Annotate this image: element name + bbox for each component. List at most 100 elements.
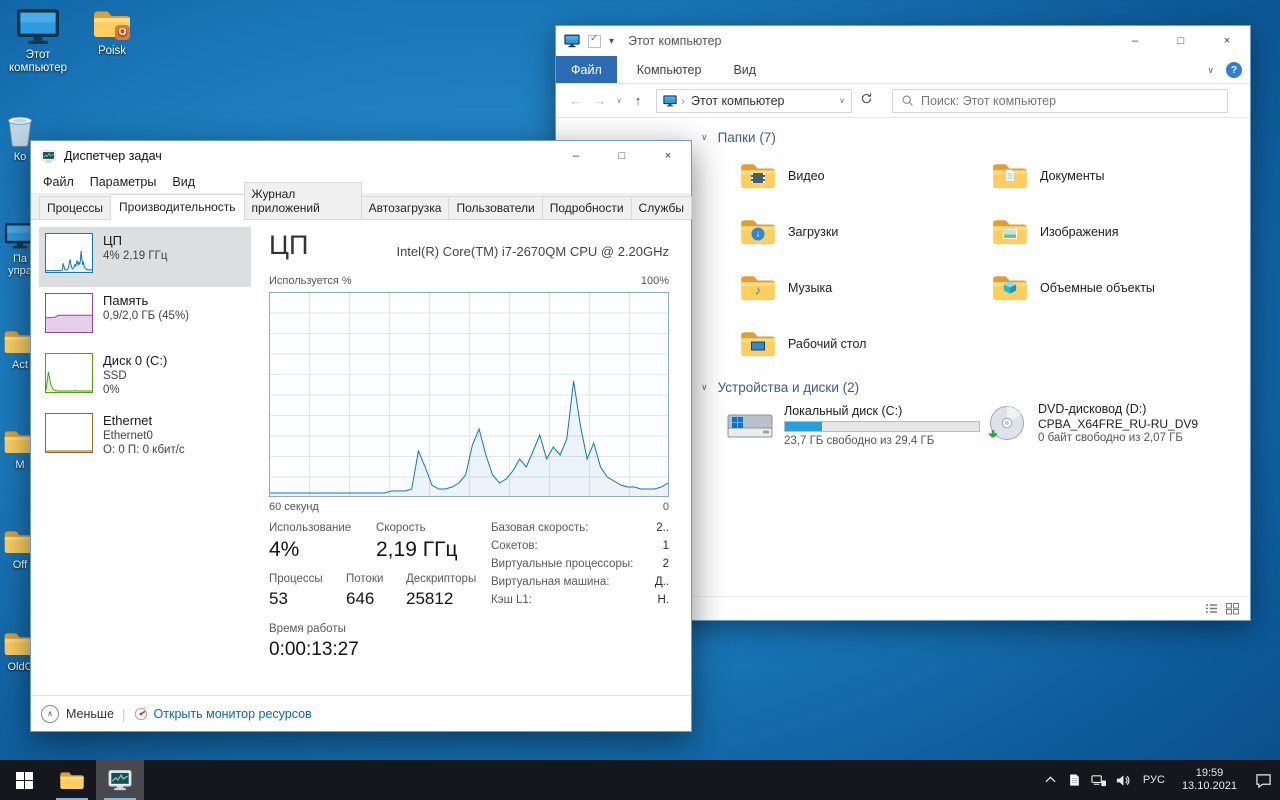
explorer-titlebar[interactable]: ✓ ▾ Этот компьютер – □ × <box>556 26 1250 56</box>
ribbon-collapse-button[interactable]: ∨ <box>1207 65 1214 76</box>
cpu-heading: ЦП <box>269 230 309 260</box>
address-dropdown-icon[interactable]: ∨ <box>839 96 845 105</box>
help-button[interactable]: ? <box>1226 62 1242 78</box>
graph-x-right: 0 <box>662 501 669 513</box>
ribbon-tab-computer[interactable]: Компьютер <box>625 56 714 83</box>
desktop-icon-this-pc[interactable]: Этот компьютер <box>4 8 72 75</box>
sidebar-item-ethernet[interactable]: Ethernet Ethernet0 О: 0 П: 0 кбит/с <box>39 407 251 467</box>
desktop-icon-label: Poisk <box>97 45 127 57</box>
disk-thumbnail-graph <box>45 353 93 393</box>
sidebar-item-memory[interactable]: Память 0,9/2,0 ГБ (45%) <box>39 287 251 347</box>
close-icon: × <box>1223 35 1231 47</box>
taskbar-task-manager-button[interactable] <box>96 760 144 800</box>
clock[interactable]: 19:59 13.10.2021 <box>1173 767 1246 793</box>
taskman-footer: ∧ Меньше | Открыть монитор ресурсов <box>31 695 691 731</box>
sidebar-item-disk0[interactable]: Диск 0 (C:) SSD 0% <box>39 347 251 407</box>
poisk-folder-icon: O <box>92 8 132 42</box>
refresh-button[interactable] <box>854 92 878 110</box>
taskman-window-title: Диспетчер задач <box>64 149 162 163</box>
drive-item-dvd-d[interactable]: DVD-дисковод (D:) CPBA_X64FRE_RU-RU_DV9 … <box>988 402 1198 444</box>
qat-properties-icon[interactable]: ✓ <box>588 33 601 48</box>
tab-services[interactable]: Службы <box>630 196 692 219</box>
back-button[interactable]: ← <box>564 93 588 108</box>
taskman-titlebar[interactable]: Диспетчер задач – □ × <box>31 141 691 171</box>
folder-item-downloads[interactable]: ↓ Загрузки <box>739 210 979 254</box>
folder-item-video[interactable]: Видео <box>739 154 979 198</box>
resource-monitor-icon <box>134 707 148 721</box>
uptime-value: 0:00:13:27 <box>269 639 359 660</box>
fewer-details-button[interactable]: ∧ Меньше <box>41 704 114 723</box>
ribbon-tab-view[interactable]: Вид <box>721 56 768 83</box>
breadcrumb-separator: › <box>681 93 685 108</box>
cpu-thumbnail-graph <box>45 233 93 273</box>
tray-document-icon[interactable] <box>1063 760 1087 800</box>
open-resource-monitor-link[interactable]: Открыть монитор ресурсов <box>134 707 312 721</box>
minimize-button[interactable]: – <box>553 141 599 171</box>
close-icon: × <box>664 150 672 162</box>
action-center-button[interactable] <box>1246 760 1280 800</box>
maximize-icon: □ <box>1177 35 1185 47</box>
search-input[interactable] <box>921 93 1219 108</box>
handles-value: 25812 <box>406 589 454 608</box>
tab-app-history[interactable]: Журнал приложений <box>243 182 362 219</box>
sidebar-item-cpu[interactable]: ЦП 4% 2,19 ГГц <box>39 227 251 287</box>
start-button[interactable] <box>0 760 48 800</box>
menu-options[interactable]: Параметры <box>82 173 165 191</box>
recent-locations-button[interactable]: ∨ <box>612 96 626 105</box>
tab-processes[interactable]: Процессы <box>39 196 112 219</box>
pictures-folder-icon <box>991 217 1029 247</box>
address-bar[interactable]: › Этот компьютер ∨ <box>656 88 852 113</box>
ethernet-thumbnail-graph <box>45 413 93 453</box>
desktop-icon-label: Этот компьютер <box>9 49 67 74</box>
downloads-folder-icon: ↓ <box>739 217 777 247</box>
threads-label: Потоки <box>346 573 384 585</box>
close-button[interactable]: × <box>1204 26 1250 56</box>
search-icon <box>901 94 914 107</box>
performance-panel: ЦП 4% 2,19 ГГц Память 0,9/2,0 ГБ (45%) Д… <box>31 220 691 731</box>
tray-network-button[interactable] <box>1087 760 1111 800</box>
maximize-button[interactable]: □ <box>1158 26 1204 56</box>
search-box[interactable] <box>892 88 1228 113</box>
folder-item-documents[interactable]: Документы <box>991 154 1231 198</box>
desktop-icon-poisk[interactable]: O Poisk <box>80 8 144 58</box>
details-view-button[interactable] <box>1204 602 1219 615</box>
taskbar-explorer-button[interactable] <box>48 760 96 800</box>
minimize-button[interactable]: – <box>1112 26 1158 56</box>
processes-label: Процессы <box>269 573 323 585</box>
3d-objects-folder-icon <box>991 273 1029 303</box>
dvd-eject-arrow-icon <box>988 430 998 438</box>
tab-performance[interactable]: Производительность <box>110 194 245 220</box>
tab-details[interactable]: Подробности <box>541 196 632 219</box>
folder-item-desktop[interactable]: Рабочий стол <box>739 322 979 366</box>
desktop-icon-label: Ко <box>13 151 27 163</box>
tiles-view-button[interactable] <box>1225 602 1240 615</box>
folder-item-music[interactable]: ♪ Музыка <box>739 266 979 310</box>
poisk-badge-icon: O <box>115 25 130 40</box>
explorer-navigation-bar: ← → ∨ ↑ › Этот компьютер ∨ <box>556 84 1250 118</box>
documents-folder-icon <box>991 161 1029 191</box>
desktop-folder-icon <box>739 329 777 359</box>
forward-button[interactable]: → <box>588 93 612 108</box>
tab-startup[interactable]: Автозагрузка <box>360 196 450 219</box>
language-indicator[interactable]: РУС <box>1135 774 1173 786</box>
qat-customize-icon[interactable]: ▾ <box>609 36 614 47</box>
ribbon-tab-file[interactable]: Файл <box>556 56 617 83</box>
breadcrumb[interactable]: Этот компьютер <box>691 94 784 108</box>
tray-volume-button[interactable] <box>1111 760 1135 800</box>
close-button[interactable]: × <box>645 141 691 171</box>
tab-users[interactable]: Пользователи <box>448 196 543 219</box>
maximize-button[interactable]: □ <box>599 141 645 171</box>
speed-value: 2,19 ГГц <box>376 538 458 561</box>
devices-group-header[interactable]: ∨ Устройства и диски (2) <box>701 380 859 395</box>
menu-file[interactable]: Файл <box>35 173 82 191</box>
drive-item-local-disk-c[interactable]: Локальный диск (C:) 23,7 ГБ свободно из … <box>727 404 980 447</box>
folders-group-header[interactable]: ∨ Папки (7) <box>701 130 776 145</box>
up-button[interactable]: ↑ <box>626 93 650 108</box>
folder-item-3d-objects[interactable]: Объемные объекты <box>991 266 1231 310</box>
minimize-icon: – <box>572 150 580 162</box>
folder-item-pictures[interactable]: Изображения <box>991 210 1231 254</box>
task-manager-window: Диспетчер задач – □ × Файл Параметры Вид… <box>30 140 692 732</box>
explorer-ribbon: Файл Компьютер Вид ∨ ? <box>556 56 1250 84</box>
menu-view[interactable]: Вид <box>164 173 203 191</box>
hidden-icons-button[interactable] <box>1039 760 1063 800</box>
